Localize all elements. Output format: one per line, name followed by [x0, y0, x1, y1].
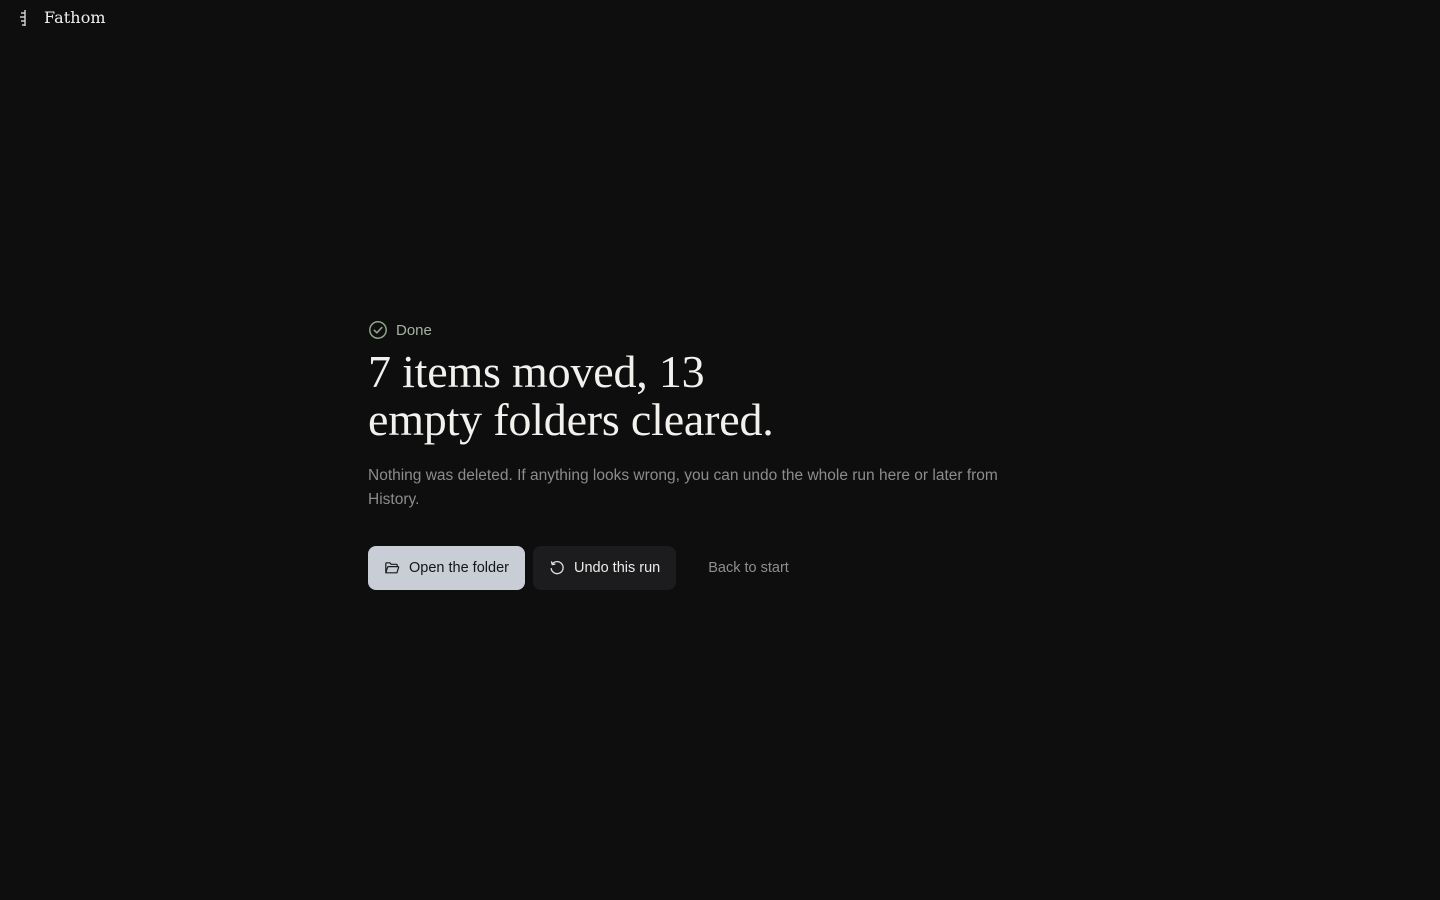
headline-line-2: empty folders cleared. — [368, 394, 774, 445]
status-label: Done — [396, 321, 432, 339]
completion-panel: Done 7 items moved, 13 empty folders cle… — [368, 318, 1028, 590]
open-folder-label: Open the folder — [409, 560, 509, 576]
fathom-logo-icon — [20, 10, 26, 26]
undo-icon — [550, 560, 564, 575]
page-title: 7 items moved, 13 empty folders cleared. — [368, 348, 1028, 444]
app-name: Fathom — [44, 8, 106, 27]
summary-text: Nothing was deleted. If anything looks w… — [368, 467, 998, 508]
folder-open-icon — [385, 562, 400, 574]
status-row: Done — [368, 318, 1028, 342]
open-folder-button[interactable]: Open the folder — [368, 546, 525, 590]
brand[interactable]: Fathom — [18, 8, 106, 28]
action-bar: Open the folder Undo this run Back to st… — [368, 546, 1028, 590]
headline-line-1: 7 items moved, 13 — [368, 346, 705, 397]
undo-run-label: Undo this run — [573, 560, 661, 576]
undo-run-button[interactable]: Undo this run — [532, 546, 677, 590]
check-circle-icon — [369, 321, 387, 339]
top-bar: Fathom — [0, 0, 1440, 40]
back-to-start-link[interactable]: Back to start — [692, 546, 805, 590]
back-to-start-label: Back to start — [708, 560, 789, 576]
